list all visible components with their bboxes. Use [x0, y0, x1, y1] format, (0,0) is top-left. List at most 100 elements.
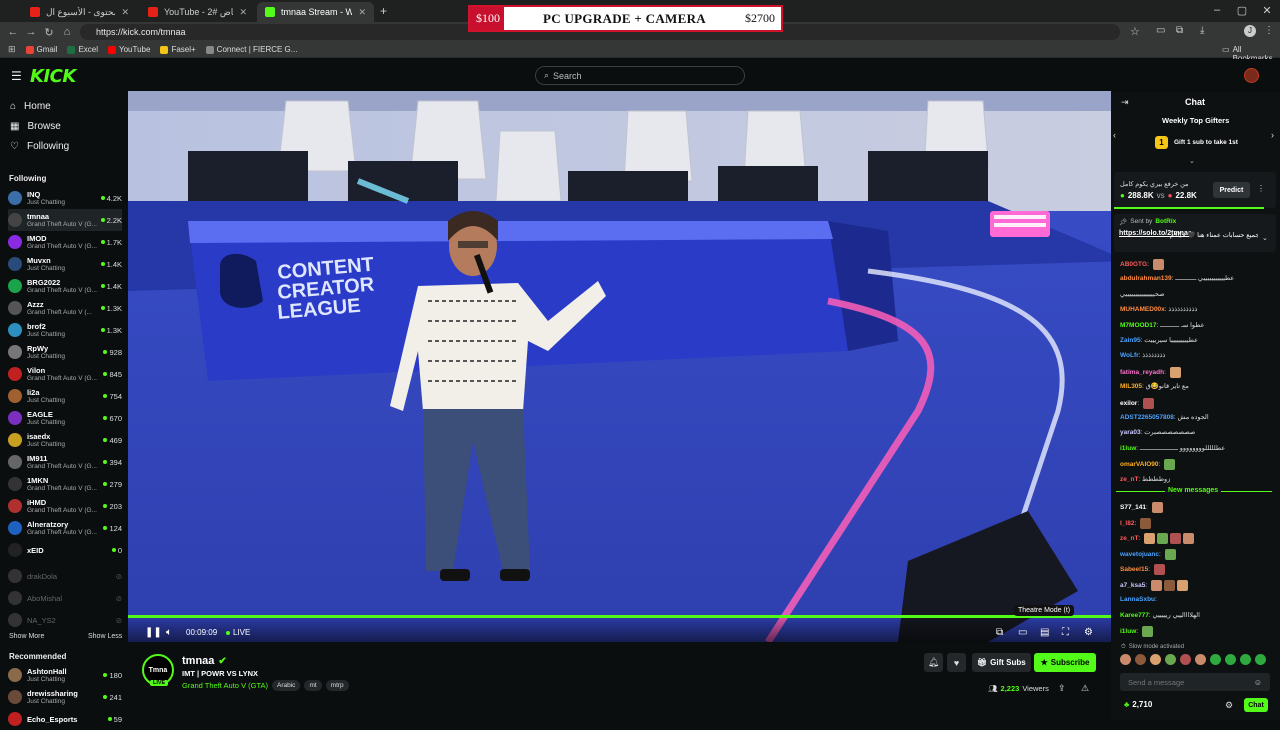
quick-emote-icon[interactable]	[1180, 654, 1191, 665]
search-input[interactable]	[553, 70, 724, 81]
following-channel[interactable]: isaedx Just Chatting 469	[8, 429, 122, 451]
chat-username[interactable]: MIL305	[1120, 383, 1142, 390]
chat-username[interactable]: i1luw	[1120, 628, 1136, 635]
show-less-button[interactable]: Show Less	[88, 633, 122, 640]
following-channel[interactable]: IM911 Grand Theft Auto V (G... 394	[8, 451, 122, 473]
following-channel[interactable]: iHMD Grand Theft Auto V (G... 203	[8, 495, 122, 517]
following-channel[interactable]: Alneratzory Grand Theft Auto V (G... 124	[8, 517, 122, 539]
chat-username[interactable]: Sabeel15	[1120, 566, 1148, 573]
bookmark-connect[interactable]: Connect | FIERCE G...	[205, 45, 297, 54]
following-channel[interactable]: tmnaa Grand Theft Auto V (G... 2.2K	[8, 209, 122, 231]
cast-icon[interactable]: ▭	[1156, 25, 1165, 36]
home-browser-icon[interactable]: ⌂	[58, 26, 76, 38]
chat-username[interactable]: a7_ksa5	[1120, 582, 1145, 589]
chat-username[interactable]: I_l82	[1120, 520, 1134, 527]
streamer-name[interactable]: tmnaa ✔	[182, 655, 227, 667]
collapse-chat-icon[interactable]: ⇥	[1121, 97, 1129, 108]
chat-input-box[interactable]: ☺	[1120, 673, 1270, 691]
nav-following[interactable]: ♡ Following	[10, 141, 69, 152]
channel-points[interactable]: ♣ 2,710	[1124, 700, 1152, 709]
close-tab-icon[interactable]: ✕	[121, 7, 129, 18]
quick-emote-icon[interactable]	[1255, 654, 1266, 665]
hamburger-menu-icon[interactable]: ☰	[11, 69, 22, 83]
user-avatar[interactable]	[1244, 68, 1259, 83]
recommended-channel[interactable]: AshtonHall Just Chatting 180	[8, 664, 122, 686]
search-box[interactable]: ⌕	[535, 66, 745, 85]
chat-username[interactable]: wavetojuanc	[1120, 551, 1159, 558]
expand-chevron-icon[interactable]: ⌄	[1189, 157, 1195, 165]
forward-icon[interactable]: →	[22, 26, 40, 38]
following-channel[interactable]: IMOD Grand Theft Auto V (G... 1.7K	[8, 231, 122, 253]
tag[interactable]: mt	[304, 680, 322, 691]
following-channel[interactable]: brof2 Just Chatting 1.3K	[8, 319, 122, 341]
minimize-icon[interactable]: –	[1207, 4, 1227, 16]
tag[interactable]: mtrp	[325, 680, 349, 691]
more-options-icon[interactable]: ⋮	[1257, 184, 1265, 193]
close-tab-icon[interactable]: ✕	[239, 7, 247, 18]
downloads-icon[interactable]: ⤓	[1200, 25, 1204, 36]
chat-username[interactable]: WoLfr	[1120, 352, 1139, 359]
chat-username[interactable]: S77_141	[1120, 504, 1146, 511]
tag[interactable]: Arabic	[272, 680, 301, 691]
carousel-next-icon[interactable]: ›	[1271, 130, 1274, 140]
quick-emote-icon[interactable]	[1150, 654, 1161, 665]
window-close-icon[interactable]: ✕	[1257, 4, 1277, 17]
progress-bar[interactable]	[128, 615, 1111, 618]
chat-username[interactable]: MUHAMED00x	[1120, 306, 1165, 313]
close-tab-icon[interactable]: ✕	[358, 7, 366, 18]
quick-emote-icon[interactable]	[1165, 654, 1176, 665]
offline-channel[interactable]: NA_YS2 ⊘	[8, 609, 122, 631]
chat-username[interactable]: Zain95	[1120, 337, 1141, 344]
following-channel[interactable]: Muvxn Just Chatting 1.4K	[8, 253, 122, 275]
profile-avatar[interactable]: J	[1244, 25, 1256, 37]
pinned-expand-icon[interactable]: ⌄	[1262, 234, 1268, 242]
browser-tab-active[interactable]: tmnaa Stream - Watch Live ✕	[257, 2, 374, 22]
chat-username[interactable]: abdulrahman139	[1120, 275, 1172, 282]
chat-username[interactable]: ze_nT	[1120, 476, 1138, 483]
following-channel[interactable]: 1MKN Grand Theft Auto V (G... 279	[8, 473, 122, 495]
clip-icon[interactable]: ▤	[1040, 627, 1049, 638]
chat-username[interactable]: omarVAIO90	[1120, 461, 1159, 468]
gift-prompt[interactable]: Gift 1 sub to take 1st	[1174, 139, 1238, 146]
apps-grid-icon[interactable]: ⊞	[8, 44, 16, 55]
quick-emote-icon[interactable]	[1225, 654, 1236, 665]
video-player[interactable]: CONTENT CREATOR LEAGUE	[128, 91, 1111, 642]
offline-channel[interactable]: AboMishal ⊘	[8, 587, 122, 609]
bookmark-youtube[interactable]: YouTube	[108, 45, 150, 54]
chat-username[interactable]: M7MOOD17	[1120, 322, 1156, 329]
chat-username[interactable]: ADST2265057808	[1120, 414, 1174, 421]
following-channel[interactable]: xEID 0	[8, 539, 122, 561]
chat-username[interactable]: Karee777	[1120, 612, 1149, 619]
following-channel[interactable]: EAGLE Just Chatting 670	[8, 407, 122, 429]
bookmark-excel[interactable]: Excel	[67, 45, 98, 54]
chat-username[interactable]: fatima_reyadh	[1120, 369, 1164, 376]
following-channel[interactable]: INQ Just Chatting 4.2K	[8, 187, 122, 209]
follow-heart-icon[interactable]: ♥	[947, 653, 966, 672]
quick-emote-icon[interactable]	[1135, 654, 1146, 665]
following-channel[interactable]: li2a Just Chatting 754	[8, 385, 122, 407]
chat-settings-gear-icon[interactable]: ⚙	[1225, 700, 1233, 711]
chat-send-button[interactable]: Chat	[1244, 698, 1268, 712]
gift-subs-button[interactable]: 🎁︎ Gift Subs	[972, 653, 1031, 672]
notification-bell-icon[interactable]: 🔔︎	[924, 653, 943, 672]
browser-menu-icon[interactable]: ⋮	[1264, 25, 1274, 36]
browser-tab[interactable]: YouTube - 2# فلوق الرياض ✕	[140, 2, 255, 22]
bookmark-fasel[interactable]: Fasel+	[160, 45, 196, 54]
chat-input[interactable]	[1128, 677, 1248, 687]
chat-username[interactable]: yara03	[1120, 429, 1141, 436]
following-channel[interactable]: BRG2022 Grand Theft Auto V (G... 1.4K	[8, 275, 122, 297]
emoji-picker-icon[interactable]: ☺	[1254, 678, 1262, 687]
reload-icon[interactable]: ↻	[40, 26, 58, 39]
predict-button[interactable]: Predict	[1213, 182, 1250, 198]
chat-username[interactable]: AB0GTG	[1120, 261, 1147, 268]
report-icon[interactable]: ⚠	[1081, 683, 1089, 694]
chat-username[interactable]: LannaSxbu	[1120, 596, 1155, 603]
back-icon[interactable]: ←	[4, 26, 22, 38]
chat-username[interactable]: exilor	[1120, 400, 1137, 407]
chat-username[interactable]: ze_nT	[1120, 535, 1138, 542]
following-channel[interactable]: RpWy Just Chatting 928	[8, 341, 122, 363]
recommended-channel[interactable]: Echo_Esports 59	[8, 708, 122, 730]
carousel-prev-icon[interactable]: ‹	[1113, 130, 1116, 140]
subscribe-button[interactable]: ★ Subscribe	[1034, 653, 1096, 672]
pip-icon[interactable]: ⧉	[996, 627, 1003, 638]
